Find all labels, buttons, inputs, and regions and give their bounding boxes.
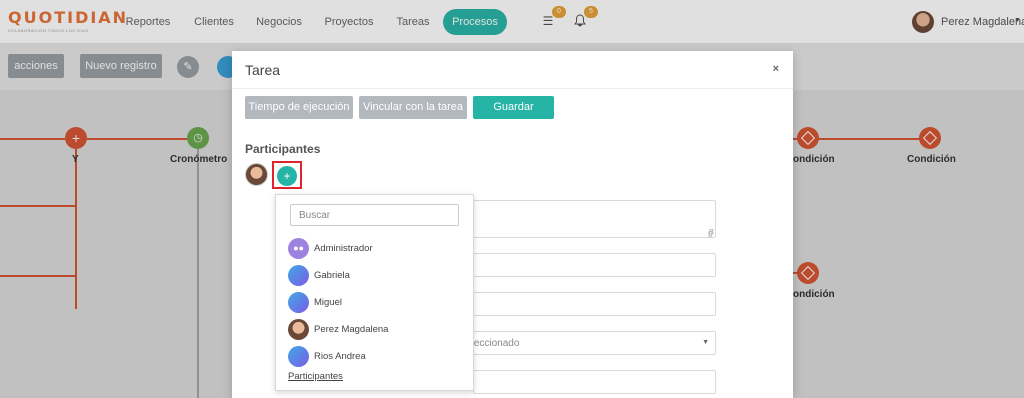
- text-field[interactable]: [473, 253, 716, 277]
- list-item[interactable]: Miguel: [288, 292, 458, 314]
- avatar: [288, 292, 309, 313]
- list-item[interactable]: Gabriela: [288, 265, 458, 287]
- participant-name: Administrador: [314, 243, 373, 254]
- list-item[interactable]: ●● Administrador: [288, 238, 458, 260]
- modal-header: Tarea ×: [232, 51, 793, 89]
- text-field[interactable]: [473, 370, 716, 394]
- list-item[interactable]: Rios Andrea: [288, 346, 458, 368]
- participant-avatar[interactable]: [245, 163, 268, 186]
- avatar: [288, 319, 309, 340]
- participant-name: Gabriela: [314, 270, 350, 281]
- chevron-down-icon[interactable]: ▼: [702, 339, 709, 346]
- participant-name: Perez Magdalena: [314, 324, 389, 335]
- tiempo-ejecucion-button[interactable]: Tiempo de ejecución: [245, 96, 353, 119]
- status-select[interactable]: eleccionado ▼: [459, 331, 716, 355]
- participant-name: Miguel: [314, 297, 342, 308]
- resize-handle-icon[interactable]: ∯: [708, 228, 714, 237]
- participants-dropdown: ●● Administrador Gabriela Miguel Perez M…: [275, 194, 474, 391]
- avatar: [288, 346, 309, 367]
- add-participant-button[interactable]: +: [277, 166, 297, 186]
- group-icon: ●●: [288, 238, 309, 259]
- add-participant-highlight: +: [272, 161, 302, 189]
- modal-title: Tarea: [245, 62, 281, 78]
- participants-title: Participantes: [245, 142, 321, 156]
- guardar-button[interactable]: Guardar: [473, 96, 554, 119]
- description-textarea[interactable]: ∯: [473, 200, 716, 238]
- text-field[interactable]: [473, 292, 716, 316]
- close-icon[interactable]: ×: [773, 63, 779, 75]
- participant-name: Rios Andrea: [314, 351, 366, 362]
- participants-link[interactable]: Participantes: [288, 371, 343, 382]
- avatar: [288, 265, 309, 286]
- list-item[interactable]: Perez Magdalena: [288, 319, 458, 341]
- vincular-tarea-button[interactable]: Vincular con la tarea: [359, 96, 467, 119]
- search-input[interactable]: [290, 204, 459, 226]
- select-value: eleccionado: [466, 338, 520, 349]
